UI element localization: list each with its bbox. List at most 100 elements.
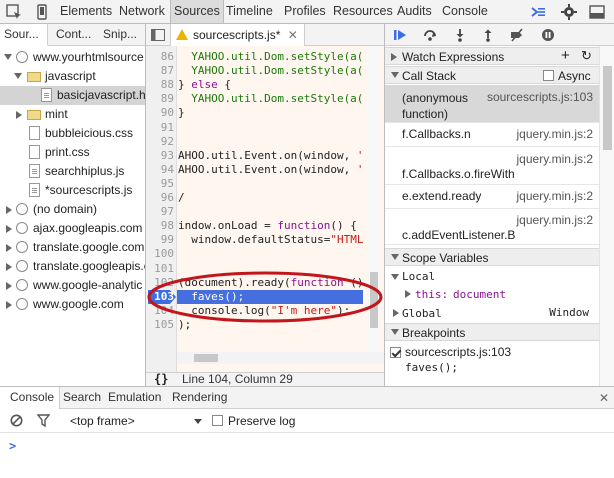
line-number[interactable]: 87 bbox=[146, 64, 174, 78]
scope-this[interactable]: this: document bbox=[385, 286, 599, 302]
tab-emulation[interactable]: Emulation bbox=[108, 387, 161, 408]
tab-search[interactable]: Search bbox=[63, 387, 101, 408]
code-line[interactable]: (document).ready(function () bbox=[178, 276, 363, 290]
line-number[interactable]: 93 bbox=[146, 149, 174, 163]
scroll-thumb[interactable] bbox=[603, 66, 612, 150]
code-line[interactable]: YAHOO.util.Dom.setStyle(a( bbox=[178, 64, 363, 78]
line-number[interactable]: 103 bbox=[146, 290, 174, 304]
code-line[interactable]: AHOO.util.Event.on(window, ' bbox=[178, 149, 363, 163]
gear-icon[interactable] bbox=[561, 4, 577, 20]
editor-tab-sourcescripts[interactable]: sourcescripts.js* ✕ bbox=[170, 24, 305, 46]
step-out-icon[interactable] bbox=[481, 28, 495, 42]
tree-file[interactable]: print.css bbox=[0, 143, 145, 162]
step-over-icon[interactable] bbox=[423, 28, 437, 42]
tab-audits[interactable]: Audits bbox=[397, 0, 432, 23]
scope-global[interactable]: Global Window bbox=[385, 304, 599, 322]
breakpoint-checkbox[interactable] bbox=[390, 347, 401, 358]
code-line[interactable]: window.defaultStatus="HTML bbox=[178, 233, 363, 247]
line-number[interactable]: 90 bbox=[146, 106, 174, 120]
breakpoint-item[interactable]: sourcescripts.js:103 faves(); bbox=[385, 344, 599, 378]
code-line[interactable]: console.log("I'm here"); bbox=[178, 304, 350, 318]
tree-file[interactable]: *sourcescripts.js bbox=[0, 181, 145, 200]
tab-snippets[interactable]: Snip... bbox=[103, 24, 137, 45]
add-watch-icon[interactable]: + bbox=[561, 47, 570, 65]
line-number[interactable]: 102 bbox=[146, 276, 174, 290]
tab-content-scripts[interactable]: Cont... bbox=[56, 24, 91, 45]
horizontal-scrollbar[interactable] bbox=[177, 352, 384, 364]
tab-rendering[interactable]: Rendering bbox=[172, 387, 227, 408]
refresh-icon[interactable]: ↻ bbox=[581, 47, 592, 65]
tree-folder[interactable]: javascript bbox=[0, 67, 145, 86]
line-number[interactable]: 105 bbox=[146, 318, 174, 332]
call-frame[interactable]: jquery.min.js:2 c.addEventListener.B bbox=[385, 209, 599, 245]
tree-domain[interactable]: www.google.com bbox=[0, 295, 145, 314]
close-tab-icon[interactable]: ✕ bbox=[288, 28, 298, 42]
clear-console-icon[interactable] bbox=[10, 414, 23, 427]
line-number[interactable]: 94 bbox=[146, 163, 174, 177]
tab-elements[interactable]: Elements bbox=[60, 0, 112, 23]
drawer-toggle-icon[interactable] bbox=[530, 4, 546, 20]
async-checkbox[interactable] bbox=[543, 70, 554, 81]
code-line[interactable]: indow.onLoad = function() { bbox=[178, 219, 357, 233]
inspect-icon[interactable] bbox=[6, 4, 22, 20]
line-number[interactable]: 88 bbox=[146, 78, 174, 92]
code-line[interactable]: YAHOO.util.Dom.setStyle(a( bbox=[178, 92, 363, 106]
toggle-navigator-icon[interactable] bbox=[151, 29, 165, 41]
close-drawer-icon[interactable]: ✕ bbox=[599, 391, 609, 405]
scroll-thumb[interactable] bbox=[370, 272, 378, 328]
console-output[interactable]: > bbox=[0, 435, 614, 478]
deactivate-breakpoints-icon[interactable] bbox=[510, 28, 524, 42]
tree-domain[interactable]: translate.googleapis.c bbox=[0, 257, 145, 276]
sidebar-scrollbar[interactable] bbox=[599, 46, 614, 386]
call-frame[interactable]: jquery.min.js:2 f.Callbacks.o.fireWith bbox=[385, 147, 599, 185]
tree-domain[interactable]: www.yourhtmlsource bbox=[0, 48, 145, 67]
line-number[interactable]: 104 bbox=[146, 304, 174, 318]
pretty-print-button[interactable]: {} bbox=[154, 372, 168, 386]
watch-expressions-header[interactable]: Watch Expressions + ↻ bbox=[385, 47, 599, 65]
tree-file[interactable]: bubbleicious.css bbox=[0, 124, 145, 143]
call-frame[interactable]: f.Callbacks.n jquery.min.js:2 bbox=[385, 123, 599, 147]
line-number[interactable]: 97 bbox=[146, 205, 174, 219]
line-number[interactable]: 91 bbox=[146, 121, 174, 135]
code-line[interactable]: faves(); bbox=[178, 290, 244, 304]
scope-local[interactable]: Local bbox=[385, 268, 599, 286]
tab-sources[interactable]: Sources bbox=[170, 0, 224, 23]
line-number[interactable]: 95 bbox=[146, 177, 174, 191]
preserve-log-checkbox[interactable] bbox=[212, 415, 223, 426]
line-number[interactable]: 100 bbox=[146, 247, 174, 261]
line-number[interactable]: 89 bbox=[146, 92, 174, 106]
frame-selector[interactable]: <top frame> bbox=[70, 414, 135, 428]
line-number[interactable]: 98 bbox=[146, 219, 174, 233]
tree-file-selected[interactable]: basicjavascript.ht bbox=[0, 86, 145, 105]
tab-timeline[interactable]: Timeline bbox=[226, 0, 273, 23]
pause-on-exceptions-icon[interactable] bbox=[541, 28, 555, 42]
code-line[interactable]: } else { bbox=[178, 78, 231, 92]
tree-file[interactable]: searchhiplus.js bbox=[0, 162, 145, 181]
code-line[interactable]: ); bbox=[178, 318, 191, 332]
line-number[interactable]: 96 bbox=[146, 191, 174, 205]
tab-resources[interactable]: Resources bbox=[333, 0, 393, 23]
tree-domain[interactable]: translate.google.com bbox=[0, 238, 145, 257]
tree-domain[interactable]: ajax.googleapis.com bbox=[0, 219, 145, 238]
call-stack-header[interactable]: Call Stack Async bbox=[385, 66, 599, 84]
line-number[interactable]: 101 bbox=[146, 262, 174, 276]
tab-network[interactable]: Network bbox=[119, 0, 165, 23]
line-number[interactable]: 86 bbox=[146, 50, 174, 64]
tree-domain[interactable]: www.google-analytic bbox=[0, 276, 145, 295]
scope-variables-header[interactable]: Scope Variables bbox=[385, 248, 599, 266]
code-line[interactable]: } bbox=[178, 106, 185, 120]
console-prompt[interactable]: > bbox=[9, 439, 16, 453]
code-line[interactable]: YAHOO.util.Dom.setStyle(a( bbox=[178, 50, 363, 64]
tab-sources-nav[interactable]: Sour... bbox=[0, 24, 48, 46]
call-frame[interactable]: e.extend.ready jquery.min.js:2 bbox=[385, 185, 599, 209]
scroll-thumb[interactable] bbox=[194, 354, 218, 362]
tree-domain[interactable]: (no domain) bbox=[0, 200, 145, 219]
line-number[interactable]: 92 bbox=[146, 135, 174, 149]
line-number[interactable]: 99 bbox=[146, 233, 174, 247]
tab-profiles[interactable]: Profiles bbox=[284, 0, 326, 23]
dock-icon[interactable] bbox=[589, 4, 605, 20]
device-mode-icon[interactable] bbox=[34, 4, 50, 20]
tree-folder[interactable]: mint bbox=[0, 105, 145, 124]
step-into-icon[interactable] bbox=[453, 28, 467, 42]
chevron-down-icon[interactable] bbox=[194, 419, 202, 424]
